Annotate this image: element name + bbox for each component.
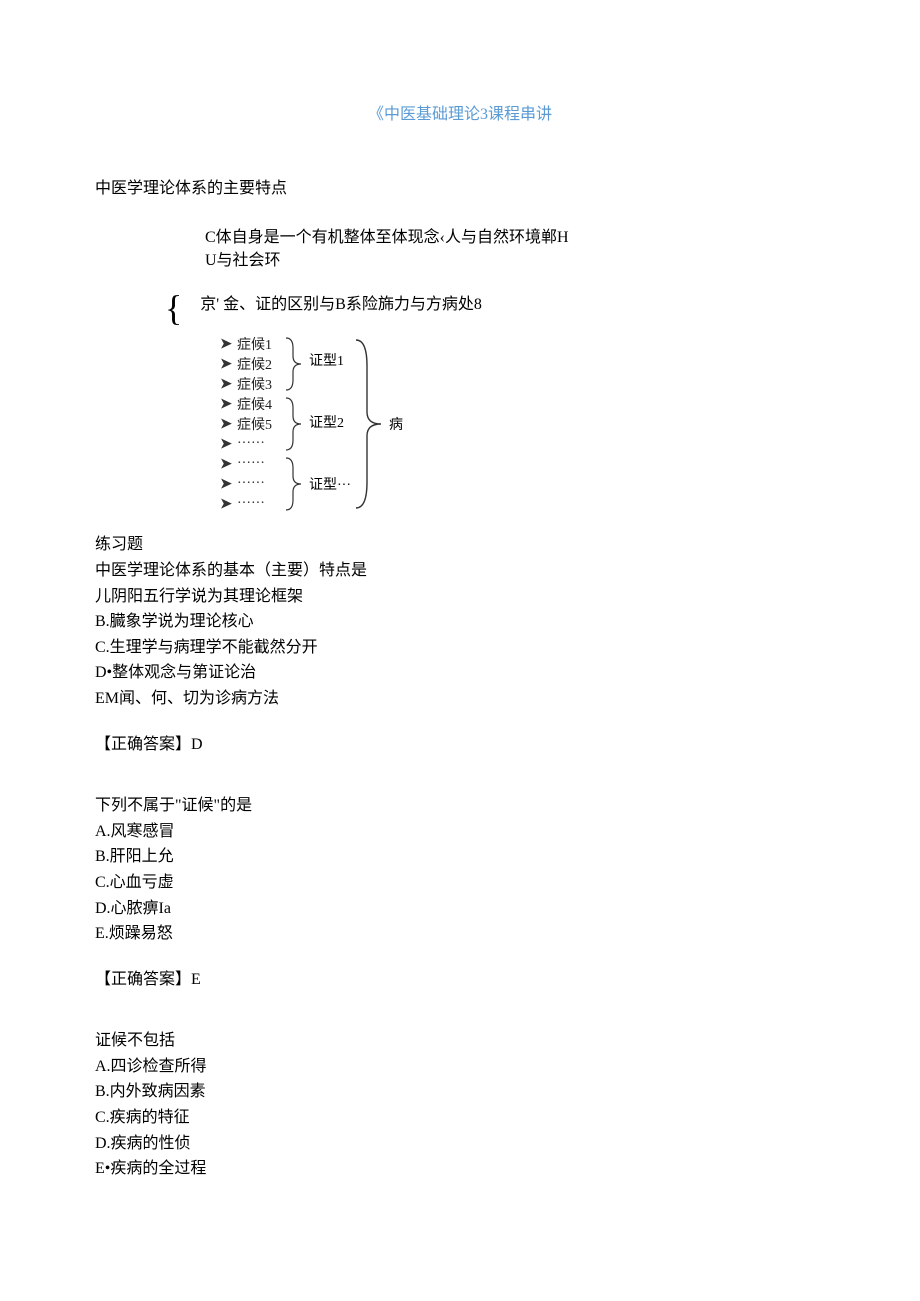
q3-option-a: A.四诊检查所得 [95, 1054, 825, 1080]
diagram-row: ➤ 症候3 [215, 374, 825, 394]
bullet-arrow-icon: ➤ [215, 476, 237, 493]
bullet-arrow-icon: ➤ [215, 456, 237, 473]
brace-icon [285, 456, 305, 512]
page-title: 《中医基础理论3课程串讲 [95, 100, 825, 124]
symptom-label: 症候3 [237, 374, 285, 394]
result-label: 病 [389, 414, 403, 434]
q1-stem: 中医学理论体系的基本（主要）特点是 [95, 558, 825, 584]
q1-option-e: EM闻、何、切为诊病方法 [95, 686, 825, 712]
q1-option-d: D•整体观念与第证论治 [95, 660, 825, 686]
diagram-row: ➤ 症候1 [215, 334, 825, 354]
symptom-label: 症候2 [237, 354, 285, 374]
group-label-3: 证型··· [309, 474, 351, 494]
diagram-row: ➤ 症候4 [215, 394, 825, 414]
q1-option-a: 儿阴阳五行学说为其理论框架 [95, 584, 825, 610]
q3-option-e: E•疾病的全过程 [95, 1156, 825, 1182]
diagram-row: ➤ ······ [215, 494, 825, 514]
q3-option-b: B.内外致病因素 [95, 1079, 825, 1105]
symptom-label: 症候4 [237, 394, 285, 414]
symptom-label: ······ [237, 456, 285, 472]
bullet-arrow-icon: ➤ [215, 496, 237, 513]
bullet-arrow-icon: ➤ [215, 396, 237, 413]
diagram-row: ➤ 症候5 [215, 414, 825, 434]
diagram-row: ➤ 症候2 [215, 354, 825, 374]
bullet-arrow-icon: ➤ [215, 336, 237, 353]
q2-option-c: C.心血亏虚 [95, 870, 825, 896]
left-brace-icon: { [165, 290, 182, 326]
q1-answer: 【正确答案】D [95, 732, 825, 758]
diagram-row: ➤ ······ [215, 454, 825, 474]
q3-stem: 证候不包括 [95, 1028, 825, 1054]
concept-line-1: C体自身是一个有机整体至体现念‹人与自然环境郸H [205, 226, 825, 249]
concept-block: C体自身是一个有机整体至体现念‹人与自然环境郸H U与社会环 [205, 226, 825, 272]
concept-row-2: 京' 金、证的区别与B系险旆力与方病处8 [200, 290, 482, 314]
q2-option-e: E.烦躁易怒 [95, 921, 825, 947]
bullet-arrow-icon: ➤ [215, 436, 237, 453]
bullet-arrow-icon: ➤ [215, 416, 237, 433]
symptom-label: 症候5 [237, 414, 285, 434]
diagram-row: ➤ ······ [215, 474, 825, 494]
symptom-label: ······ [237, 496, 285, 512]
q3-option-c: C.疾病的特征 [95, 1105, 825, 1131]
exercise-label: 练习题 [95, 532, 825, 558]
q1-option-c: C.生理学与病理学不能截然分开 [95, 635, 825, 661]
symptom-diagram: ➤ 症候1 ➤ 症候2 ➤ 症候3 ➤ 症候4 ➤ 症候5 ➤ ······ ➤… [215, 334, 825, 514]
big-brace-icon [355, 336, 385, 512]
q2-option-a: A.风寒感冒 [95, 819, 825, 845]
group-label-2: 证型2 [309, 412, 344, 432]
q2-option-b: B.肝阳上允 [95, 844, 825, 870]
bullet-arrow-icon: ➤ [215, 356, 237, 373]
brace-icon [285, 396, 305, 452]
bullet-arrow-icon: ➤ [215, 376, 237, 393]
symptom-label: 症候1 [237, 334, 285, 354]
section-heading: 中医学理论体系的主要特点 [95, 174, 825, 198]
diagram-row: ➤ ······ [215, 434, 825, 454]
symptom-label: ······ [237, 476, 285, 492]
brace-icon [285, 336, 305, 392]
concept-line-2: U与社会环 [205, 249, 825, 272]
q3-option-d: D.疾病的性侦 [95, 1131, 825, 1157]
q2-option-d: D.心脓痹Ia [95, 896, 825, 922]
symptom-label: ······ [237, 436, 285, 452]
q2-stem: 下列不属于"证候"的是 [95, 793, 825, 819]
group-label-1: 证型1 [309, 350, 344, 370]
q1-option-b: B.臓象学说为理论核心 [95, 609, 825, 635]
q2-answer: 【正确答案】E [95, 967, 825, 993]
